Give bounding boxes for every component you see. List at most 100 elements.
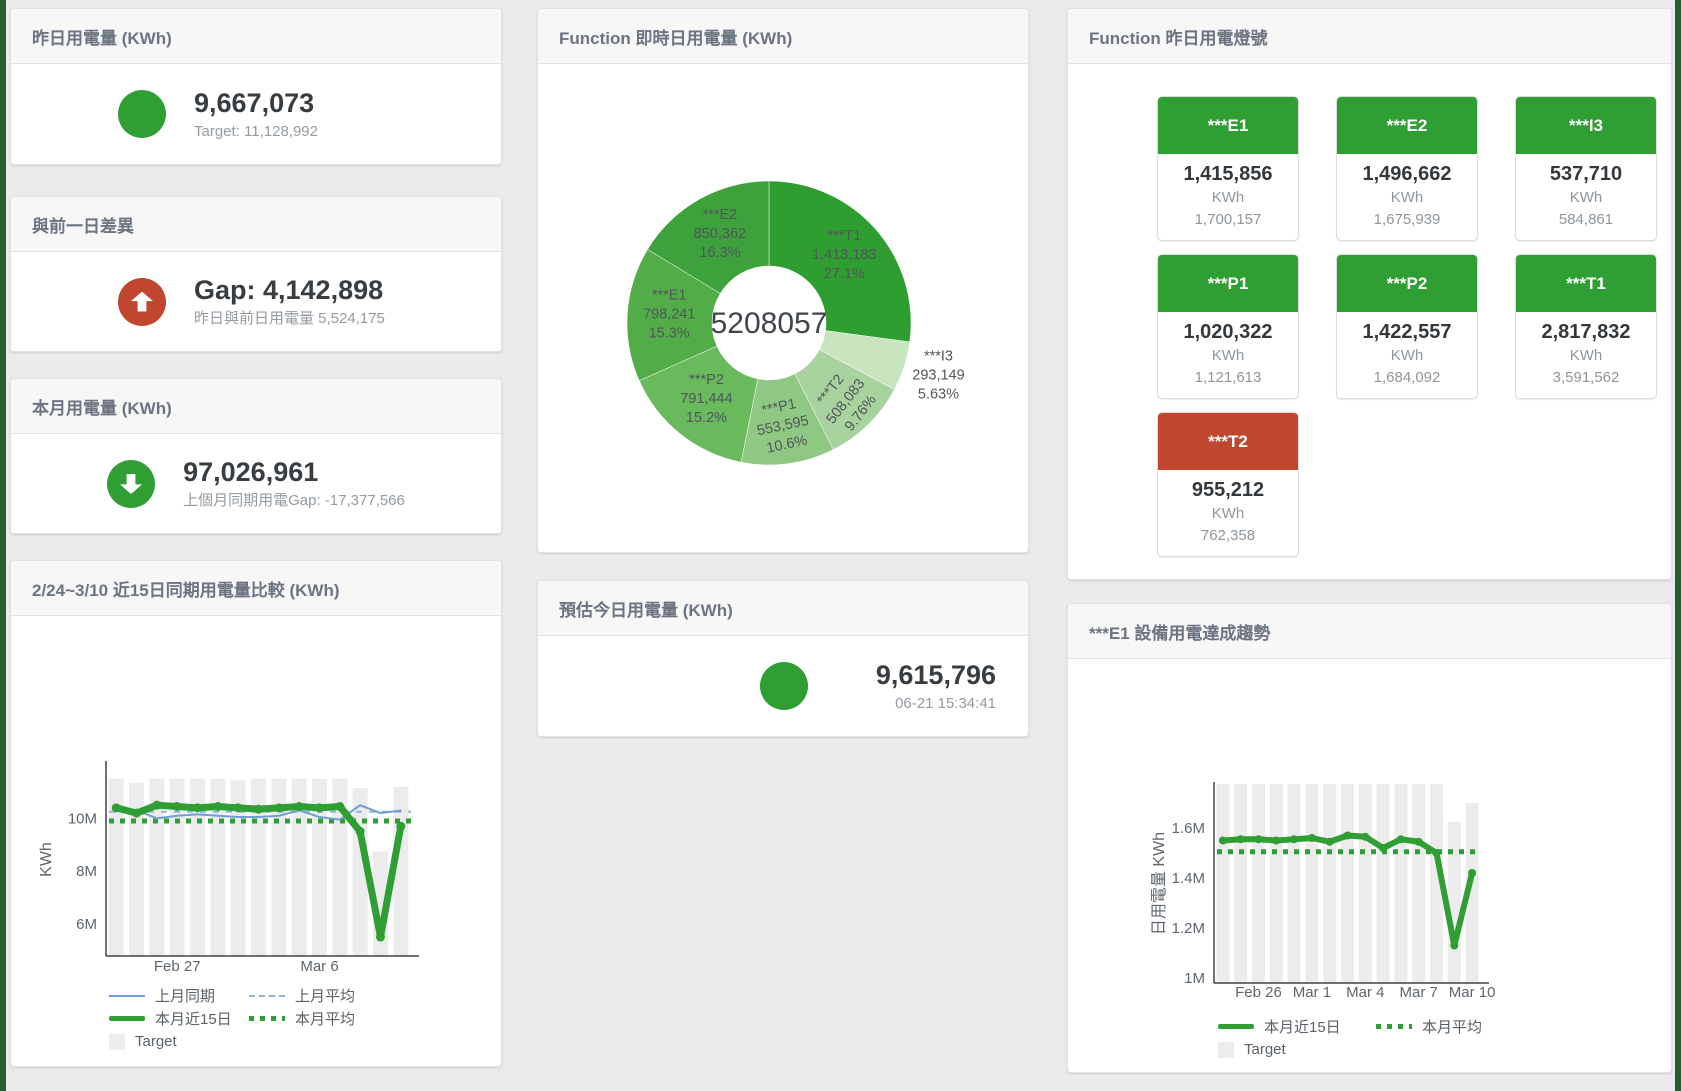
legend-label: Target — [135, 1033, 177, 1050]
status-circle-icon — [760, 662, 808, 710]
legend-label: 本月平均 — [295, 1008, 355, 1029]
tile-name: ***P1 — [1158, 255, 1298, 312]
tile-name: ***T2 — [1158, 413, 1298, 470]
tile-name: ***E2 — [1337, 97, 1477, 154]
tile-value: 537,710 — [1518, 161, 1654, 187]
tile-target: 1,121,613 — [1160, 367, 1296, 389]
legend-item: 本月近15日 — [1218, 1015, 1376, 1038]
compare-line-chart: 6M8M10MFeb 27Mar 6KWh上月同期上月平均本月近15日本月平均T… — [11, 616, 501, 1066]
card-title-text: Function 昨日用電燈號 — [1089, 24, 1267, 49]
legend-label: 上月同期 — [155, 985, 215, 1006]
stat-value: Gap: 4,142,898 — [194, 274, 394, 306]
tile-value: 1,020,322 — [1160, 319, 1296, 345]
light-tile-E1: ***E11,415,856KWh1,700,157 — [1157, 96, 1299, 241]
dash-blue-swatch — [249, 995, 285, 997]
card-title-text: 本月用電量 (KWh) — [32, 394, 172, 419]
legend-label: 本月近15日 — [1264, 1016, 1341, 1037]
light-tile-I3: ***I3 537,710KWh584,861 — [1515, 96, 1657, 241]
e1-trend-line-chart: 1M1.2M1.4M1.6MFeb 26Mar 1Mar 4Mar 7Mar 1… — [1068, 659, 1671, 1072]
thick-green-swatch — [109, 1016, 145, 1021]
light-tile-P2: ***P21,422,557KWh1,684,092 — [1336, 254, 1478, 399]
legend-label: 本月近15日 — [155, 1008, 232, 1029]
up-arrow-icon — [118, 278, 166, 326]
tile-unit: KWh — [1160, 503, 1296, 525]
light-tile-T2: ***T2955,212KWh762,358 — [1157, 412, 1299, 557]
svg-text:1M: 1M — [1184, 970, 1205, 987]
card-15day-compare-chart: 2/24~3/10 近15日同期用電量比較 (KWh) 6M8M10MFeb 2… — [10, 560, 502, 1067]
card-title: Function 昨日用電燈號 — [1068, 9, 1671, 64]
tile-target: 3,591,562 — [1518, 367, 1654, 389]
card-day-gap: 與前一日差異 Gap: 4,142,898 昨日與前日用電量 5,524,175 — [10, 196, 502, 352]
tile-unit: KWh — [1160, 187, 1296, 209]
svg-text:Mar 1: Mar 1 — [1293, 984, 1331, 1001]
svg-text:日用電量 KWh: 日用電量 KWh — [1151, 832, 1168, 935]
svg-text:1.6M: 1.6M — [1172, 820, 1205, 837]
dot-green-swatch — [249, 1016, 285, 1021]
svg-text:Feb 26: Feb 26 — [1235, 984, 1282, 1001]
svg-text:KWh: KWh — [38, 842, 55, 877]
stat-value: 9,667,073 — [194, 87, 394, 119]
svg-text:1.4M: 1.4M — [1172, 870, 1205, 887]
card-title: 本月用電量 (KWh) — [11, 379, 501, 434]
card-yesterday-usage: 昨日用電量 (KWh) 9,667,073 Target: 11,128,992 — [10, 8, 502, 165]
legend-item: Target — [1218, 1038, 1376, 1061]
tile-value: 1,422,557 — [1339, 319, 1475, 345]
legend-label: 上月平均 — [295, 985, 355, 1006]
stat-value: 97,026,961 — [183, 456, 405, 488]
svg-text:Mar 10: Mar 10 — [1449, 984, 1496, 1001]
tile-target: 1,700,157 — [1160, 209, 1296, 231]
card-title: ***E1 設備用電達成趨勢 — [1068, 604, 1671, 659]
legend-item: 上月同期 — [109, 984, 249, 1007]
e1trend-legend: 本月近15日 本月平均 Target — [1218, 1015, 1506, 1061]
left-edge-strip — [0, 0, 6, 1091]
legend-item: 上月平均 — [249, 984, 389, 1007]
thick-green-swatch — [1218, 1024, 1254, 1029]
legend-item: Target — [109, 1030, 249, 1053]
card-title: Function 即時日用電量 (KWh) — [538, 9, 1028, 64]
stat-subtitle: 昨日與前日用電量 5,524,175 — [194, 308, 394, 329]
card-title: 預估今日用電量 (KWh) — [538, 581, 1028, 636]
card-realtime-usage-donut: Function 即時日用電量 (KWh) ***T11,413,18327.1… — [537, 8, 1029, 553]
legend-label: Target — [1244, 1041, 1286, 1058]
card-title: 2/24~3/10 近15日同期用電量比較 (KWh) — [11, 561, 501, 616]
tile-value: 1,415,856 — [1160, 161, 1296, 187]
tile-unit: KWh — [1518, 345, 1654, 367]
legend-item: 本月平均 — [1376, 1015, 1506, 1038]
svg-text:***I3293,1495.63%: ***I3293,1495.63% — [912, 348, 964, 402]
legend-item: 本月平均 — [249, 1007, 389, 1030]
card-title-text: ***E1 設備用電達成趨勢 — [1089, 619, 1270, 644]
tile-unit: KWh — [1160, 345, 1296, 367]
down-arrow-icon — [107, 460, 155, 508]
tile-name: ***I3 — [1516, 97, 1656, 154]
light-tiles: ***E11,415,856KWh1,700,157 ***E2 1,496,662… — [1068, 64, 1671, 557]
tile-name: ***T1 — [1516, 255, 1656, 312]
e1trend-svg: 1M1.2M1.4M1.6MFeb 26Mar 1Mar 4Mar 7Mar 1… — [1068, 659, 1673, 1074]
svg-text:10M: 10M — [68, 810, 97, 827]
card-e1-trend-chart: ***E1 設備用電達成趨勢 1M1.2M1.4M1.6MFeb 26Mar 1… — [1067, 603, 1672, 1073]
tile-unit: KWh — [1339, 345, 1475, 367]
svg-text:Mar 4: Mar 4 — [1346, 984, 1384, 1001]
stat-value: 9,615,796 — [826, 659, 996, 691]
tile-unit: KWh — [1518, 187, 1654, 209]
svg-text:Feb 27: Feb 27 — [154, 958, 201, 975]
tile-value: 1,496,662 — [1339, 161, 1475, 187]
svg-text:Mar 7: Mar 7 — [1400, 984, 1438, 1001]
card-today-estimate: 預估今日用電量 (KWh) 9,615,796 06-21 15:34:41 — [537, 580, 1029, 737]
card-title-text: 預估今日用電量 (KWh) — [559, 596, 733, 621]
stat-timestamp: 06-21 15:34:41 — [826, 693, 996, 714]
tile-name: ***P2 — [1337, 255, 1477, 312]
light-tile-E2: ***E21,496,662KWh1,675,939 — [1336, 96, 1478, 241]
energy-dashboard: 昨日用電量 (KWh) 9,667,073 Target: 11,128,992… — [0, 0, 1681, 1091]
tile-target: 584,861 — [1518, 209, 1654, 231]
card-title-text: 與前一日差異 — [32, 212, 134, 237]
light-tile-T1: ***T12,817,832KWh3,591,562 — [1515, 254, 1657, 399]
card-title-text: 2/24~3/10 近15日同期用電量比較 (KWh) — [32, 576, 340, 601]
box-gray-swatch — [1218, 1042, 1234, 1058]
card-month-usage: 本月用電量 (KWh) 97,026,961 上個月同期用電Gap: -17,3… — [10, 378, 502, 534]
box-gray-swatch — [109, 1034, 125, 1050]
donut-svg: ***T11,413,18327.1%***I3293,1495.63%***T… — [538, 64, 1030, 546]
svg-text:5208057: 5208057 — [711, 307, 828, 340]
stat-subtitle: 上個月同期用電Gap: -17,377,566 — [183, 490, 405, 511]
svg-text:Mar 6: Mar 6 — [300, 958, 338, 975]
light-tile-P1: ***P1 1,020,322KWh1,121,613 — [1157, 254, 1299, 399]
